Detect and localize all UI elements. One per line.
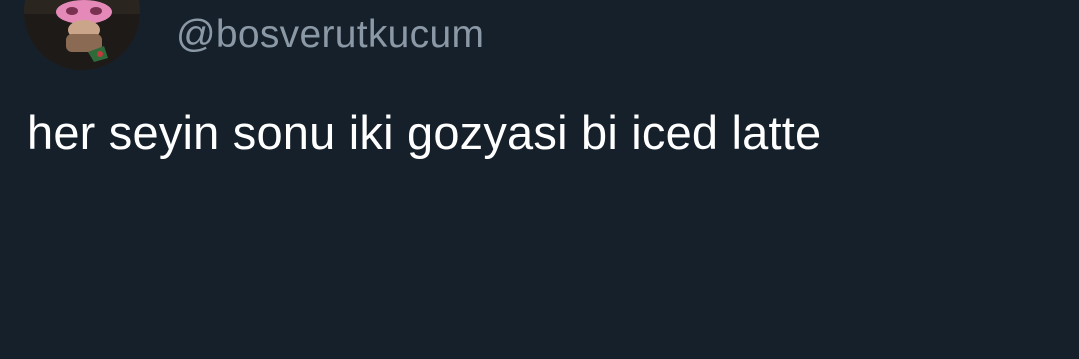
tweet-text: her seyin sonu iki gozyasi bi iced latte	[27, 106, 822, 159]
profile-photo-icon	[24, 0, 140, 70]
author-handle[interactable]: @bosverutkucum	[176, 12, 484, 58]
tweet-card: @bosverutkucum her seyin sonu iki gozyas…	[0, 0, 1079, 359]
avatar[interactable]	[24, 0, 140, 70]
